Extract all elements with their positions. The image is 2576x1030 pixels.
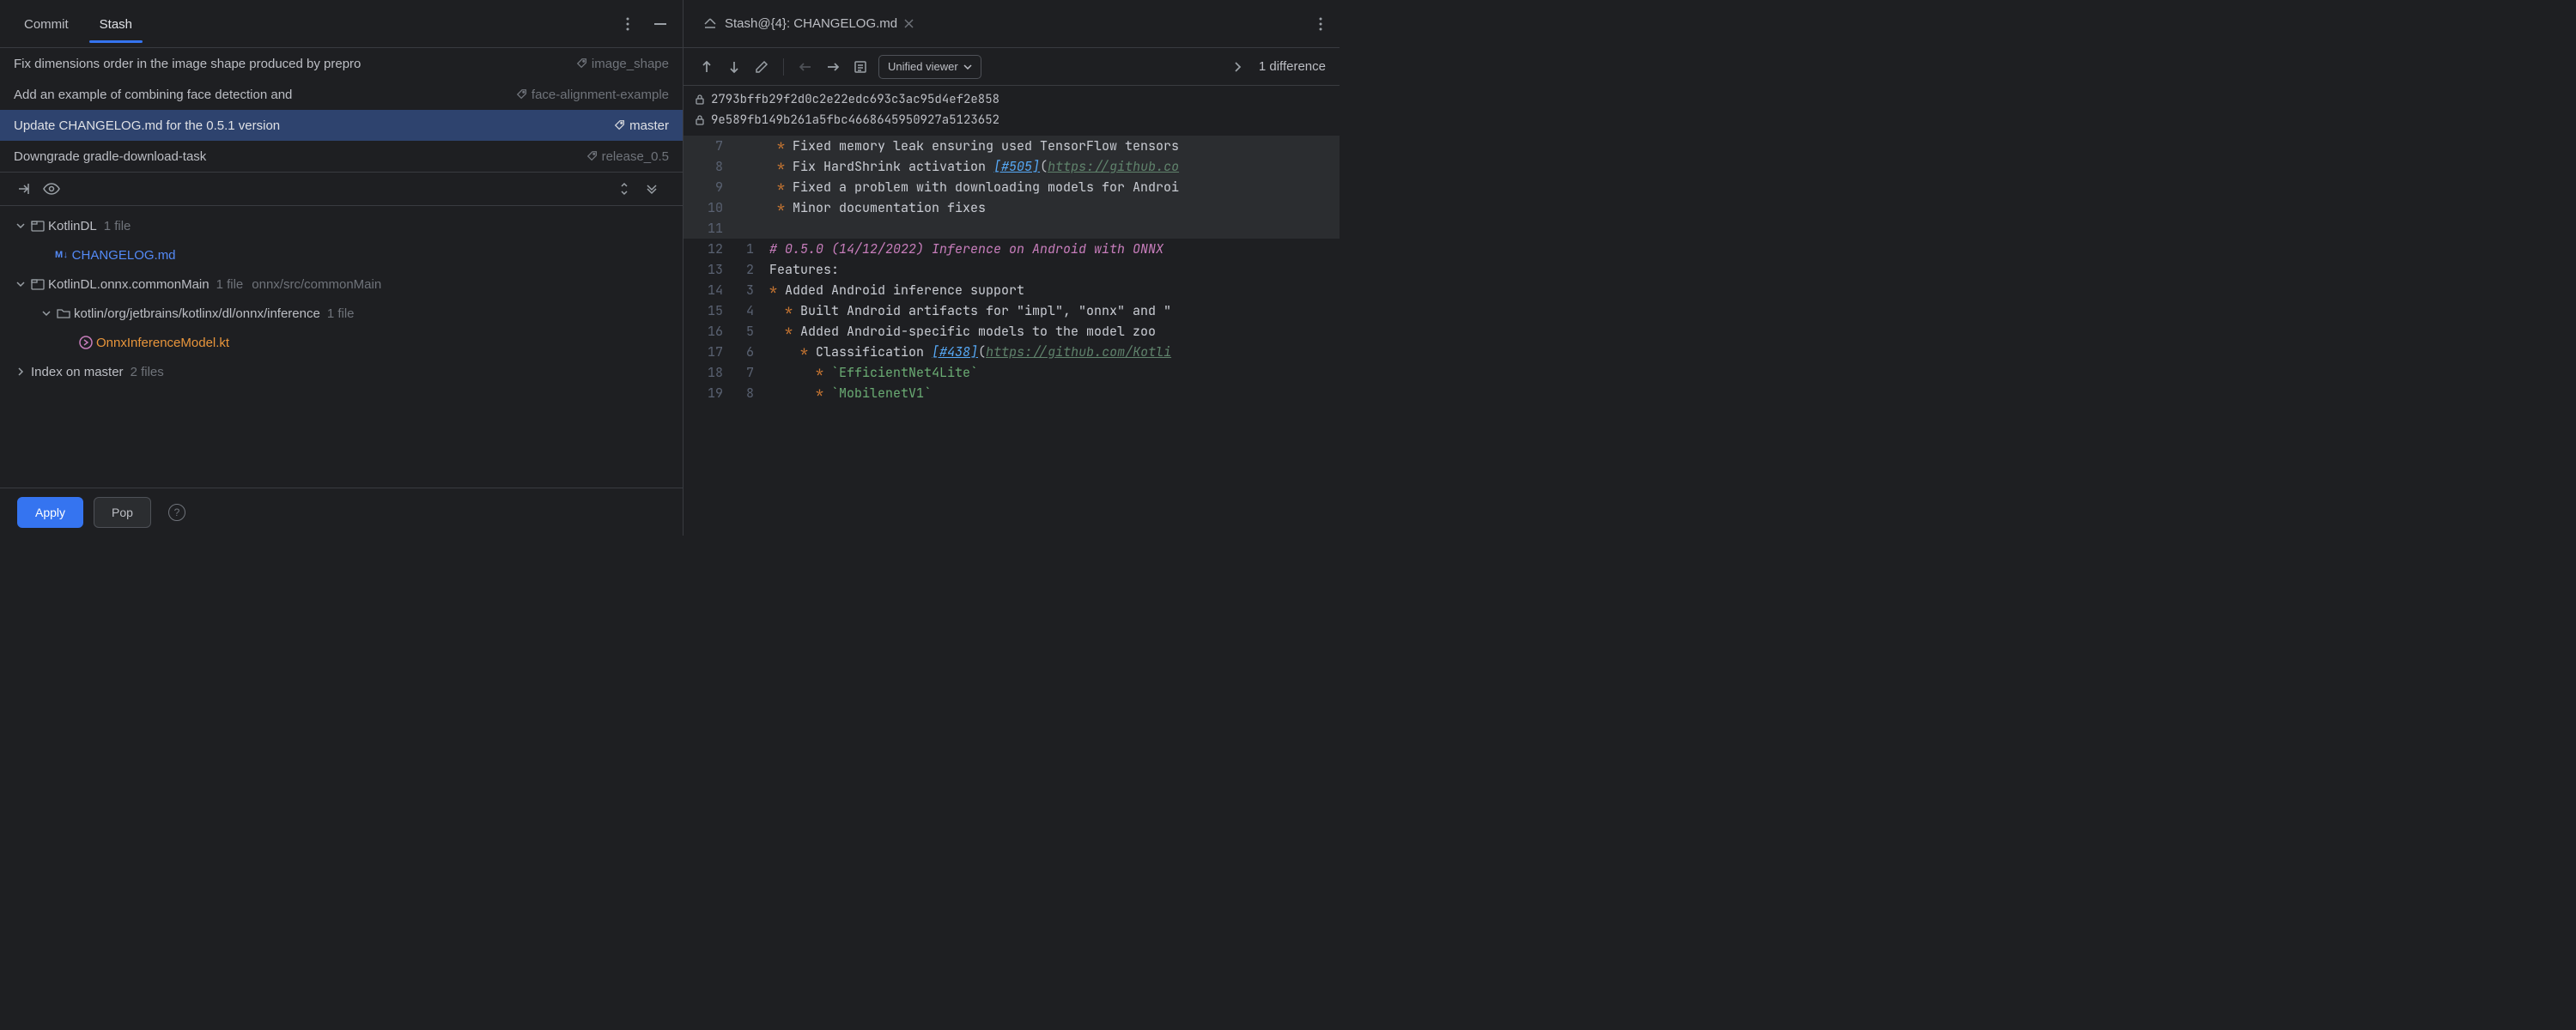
pop-button[interactable]: Pop xyxy=(94,497,151,528)
diff-code-view[interactable]: 7 * Fixed memory leak ensuring used Tens… xyxy=(683,136,1340,536)
tree-folder-inference[interactable]: kotlin/org/jetbrains/kotlinx/dl/onnx/inf… xyxy=(0,299,683,328)
minimize-icon[interactable] xyxy=(652,15,669,33)
file-count: 2 files xyxy=(131,365,164,379)
code-line[interactable]: 143* Added Android inference support xyxy=(683,280,1340,300)
branch-tag: image_shape xyxy=(576,57,669,71)
stash-message: Update CHANGELOG.md for the 0.5.1 versio… xyxy=(14,118,614,133)
tree-folder-index[interactable]: Index on master 2 files xyxy=(0,357,683,386)
tab-commit[interactable]: Commit xyxy=(14,5,79,42)
file-count: 1 file xyxy=(104,219,131,233)
vcs-tabs: Commit Stash xyxy=(0,0,683,48)
markdown-icon: M↓ xyxy=(55,250,69,260)
file-tree-toolbar xyxy=(0,172,683,206)
stash-actions-footer: Apply Pop ? xyxy=(0,488,683,536)
code-line[interactable]: 10 * Minor documentation fixes xyxy=(683,197,1340,218)
expand-collapse-icon[interactable] xyxy=(614,179,635,199)
code-line[interactable]: 187 * `EfficientNet4Lite` xyxy=(683,362,1340,383)
tree-label: kotlin/org/jetbrains/kotlinx/dl/onnx/inf… xyxy=(74,306,320,321)
diff-count: 1 difference xyxy=(1259,59,1326,74)
back-icon[interactable] xyxy=(796,58,815,76)
hash-row: 9e589fb149b261a5fbc4668645950927a5123652 xyxy=(694,110,1329,130)
tag-icon xyxy=(516,88,528,100)
diff-hashes: 2793bffb29f2d0c2e22edc693c3ac95d4ef2e858… xyxy=(683,86,1340,136)
list-icon[interactable] xyxy=(851,58,870,76)
diff-editor-panel: Stash@{4}: CHANGELOG.md Unified viewer 1… xyxy=(683,0,1340,536)
tag-icon xyxy=(586,150,598,162)
viewer-mode-select[interactable]: Unified viewer xyxy=(878,55,981,79)
stash-tab-icon xyxy=(702,17,718,31)
path-hint: onnx/src/commonMain xyxy=(252,277,381,292)
stash-row[interactable]: Fix dimensions order in the image shape … xyxy=(0,48,683,79)
tree-file-changelog[interactable]: M↓ CHANGELOG.md xyxy=(0,240,683,270)
file-name: OnnxInferenceModel.kt xyxy=(96,336,229,350)
diff-toolbar: Unified viewer 1 difference xyxy=(683,48,1340,86)
lock-icon xyxy=(694,94,706,106)
stash-row-selected[interactable]: Update CHANGELOG.md for the 0.5.1 versio… xyxy=(0,110,683,141)
stash-message: Downgrade gradle-download-task xyxy=(14,149,586,164)
chevron-down-icon xyxy=(14,280,27,288)
code-line[interactable]: 7 * Fixed memory leak ensuring used Tens… xyxy=(683,136,1340,156)
branch-tag: release_0.5 xyxy=(586,149,669,164)
stash-row[interactable]: Downgrade gradle-download-task release_0… xyxy=(0,141,683,172)
branch-tag: master xyxy=(614,118,669,133)
more-icon[interactable] xyxy=(619,15,636,33)
tree-folder-onnx[interactable]: KotlinDL.onnx.commonMain 1 file onnx/src… xyxy=(0,270,683,299)
tag-icon xyxy=(576,58,588,70)
module-icon xyxy=(31,219,45,233)
editor-tab[interactable]: Stash@{4}: CHANGELOG.md xyxy=(694,7,922,41)
file-name: CHANGELOG.md xyxy=(72,248,176,263)
editor-tabbar: Stash@{4}: CHANGELOG.md xyxy=(683,0,1340,48)
chevron-down-icon xyxy=(39,309,53,318)
file-tree: KotlinDL 1 file M↓ CHANGELOG.md KotlinDL… xyxy=(0,206,683,488)
folder-icon xyxy=(57,306,70,320)
collapse-all-icon[interactable] xyxy=(641,179,662,199)
help-icon[interactable]: ? xyxy=(168,504,185,521)
code-line[interactable]: 198 * `MobilenetV1` xyxy=(683,383,1340,403)
code-line[interactable]: 176 * Classification [#438](https://gith… xyxy=(683,342,1340,362)
stash-row[interactable]: Add an example of combining face detecti… xyxy=(0,79,683,110)
hash-row: 2793bffb29f2d0c2e22edc693c3ac95d4ef2e858 xyxy=(694,89,1329,110)
tree-folder-kotlindl[interactable]: KotlinDL 1 file xyxy=(0,211,683,240)
tag-icon xyxy=(614,119,626,131)
lock-icon xyxy=(694,114,706,126)
chevron-down-icon xyxy=(14,221,27,230)
tree-file-onnxmodel[interactable]: OnnxInferenceModel.kt xyxy=(0,328,683,357)
prev-diff-icon[interactable] xyxy=(697,58,716,76)
code-line[interactable]: 132Features: xyxy=(683,259,1340,280)
editor-tab-title: Stash@{4}: CHANGELOG.md xyxy=(725,16,897,31)
branch-tag: face-alignment-example xyxy=(516,88,669,102)
stash-message: Add an example of combining face detecti… xyxy=(14,88,516,102)
close-icon[interactable] xyxy=(904,19,914,28)
module-icon xyxy=(31,277,45,291)
tree-label: Index on master xyxy=(31,365,124,379)
stash-list: Fix dimensions order in the image shape … xyxy=(0,48,683,172)
code-line[interactable]: 165 * Added Android-specific models to t… xyxy=(683,321,1340,342)
file-count: 1 file xyxy=(327,306,355,321)
goto-source-icon[interactable] xyxy=(14,179,34,199)
tab-stash[interactable]: Stash xyxy=(89,5,143,42)
next-diff-icon[interactable] xyxy=(725,58,744,76)
tree-label: KotlinDL xyxy=(48,219,97,233)
code-line[interactable]: 121# 0.5.0 (14/12/2022) Inference on And… xyxy=(683,239,1340,259)
file-count: 1 file xyxy=(216,277,244,292)
vcs-stash-panel: Commit Stash Fix dimensions order in the… xyxy=(0,0,683,536)
code-line[interactable]: 11 xyxy=(683,218,1340,239)
code-line[interactable]: 9 * Fixed a problem with downloading mod… xyxy=(683,177,1340,197)
kotlin-class-icon xyxy=(79,336,93,349)
code-line[interactable]: 8 * Fix HardShrink activation [#505](htt… xyxy=(683,156,1340,177)
tree-label: KotlinDL.onnx.commonMain xyxy=(48,277,210,292)
forward-icon[interactable] xyxy=(823,58,842,76)
code-line[interactable]: 154 * Built Android artifacts for "impl"… xyxy=(683,300,1340,321)
chevron-down-icon xyxy=(963,64,972,70)
apply-button[interactable]: Apply xyxy=(17,497,83,528)
chevron-right-icon xyxy=(14,367,27,376)
more-icon[interactable] xyxy=(1312,15,1329,33)
stash-message: Fix dimensions order in the image shape … xyxy=(14,57,576,71)
preview-icon[interactable] xyxy=(41,179,62,199)
edit-icon[interactable] xyxy=(752,58,771,76)
chevron-right-icon[interactable] xyxy=(1228,58,1247,76)
